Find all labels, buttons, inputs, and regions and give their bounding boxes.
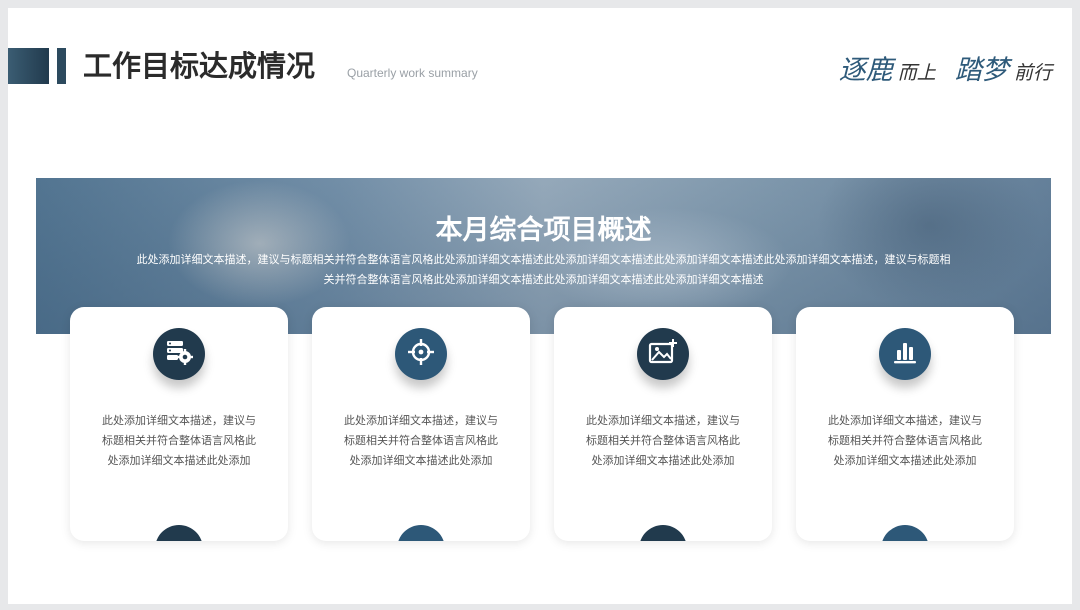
motto-word-3: 踏梦 (954, 55, 1009, 86)
card-bottom-circle (155, 525, 203, 541)
card-description: 此处添加详细文本描述，建议与标题相关并符合整体语言风格此处添加详细文本描述此处添… (102, 414, 256, 467)
card-icon-circle (879, 328, 931, 380)
card-description: 此处添加详细文本描述，建议与标题相关并符合整体语言风格此处添加详细文本描述此处添… (586, 414, 740, 467)
image-add-icon (648, 339, 678, 369)
crosshair-target-icon (407, 338, 435, 370)
card-bottom-circle (397, 525, 445, 541)
card-description: 此处添加详细文本描述，建议与标题相关并符合整体语言风格此处添加详细文本描述此处添… (828, 414, 982, 467)
banner-description: 此处添加详细文本描述，建议与标题相关并符合整体语言风格此处添加详细文本描述此处添… (136, 253, 951, 286)
header-accent-stripe (57, 48, 66, 84)
card-description: 此处添加详细文本描述，建议与标题相关并符合整体语言风格此处添加详细文本描述此处添… (344, 414, 498, 467)
motto: 逐鹿 而上 踏梦 前行 (839, 48, 1052, 87)
summary-card-4: 此处添加详细文本描述，建议与标题相关并符合整体语言风格此处添加详细文本描述此处添… (796, 307, 1014, 541)
page-title: 工作目标达成情况 (83, 49, 316, 83)
summary-card-2: 此处添加详细文本描述，建议与标题相关并符合整体语言风格此处添加详细文本描述此处添… (312, 307, 530, 541)
card-icon-circle (637, 328, 689, 380)
server-gear-icon (164, 338, 194, 370)
motto-word-1: 逐鹿 (838, 55, 893, 86)
banner-title: 本月综合项目概述 (435, 215, 652, 246)
card-icon-circle (395, 328, 447, 380)
header-accent-bar (8, 48, 49, 84)
motto-word-2: 而上 (897, 62, 936, 84)
card-icon-circle (153, 328, 205, 380)
page-subtitle: Quarterly work summary (347, 66, 478, 80)
bar-chart-icon (891, 338, 919, 370)
summary-card-1: 此处添加详细文本描述，建议与标题相关并符合整体语言风格此处添加详细文本描述此处添… (70, 307, 288, 541)
card-bottom-circle (881, 525, 929, 541)
slide: 工作目标达成情况 Quarterly work summary 逐鹿 而上 踏梦… (8, 8, 1072, 604)
motto-word-4: 前行 (1013, 62, 1052, 84)
summary-card-3: 此处添加详细文本描述，建议与标题相关并符合整体语言风格此处添加详细文本描述此处添… (554, 307, 772, 541)
card-bottom-circle (639, 525, 687, 541)
